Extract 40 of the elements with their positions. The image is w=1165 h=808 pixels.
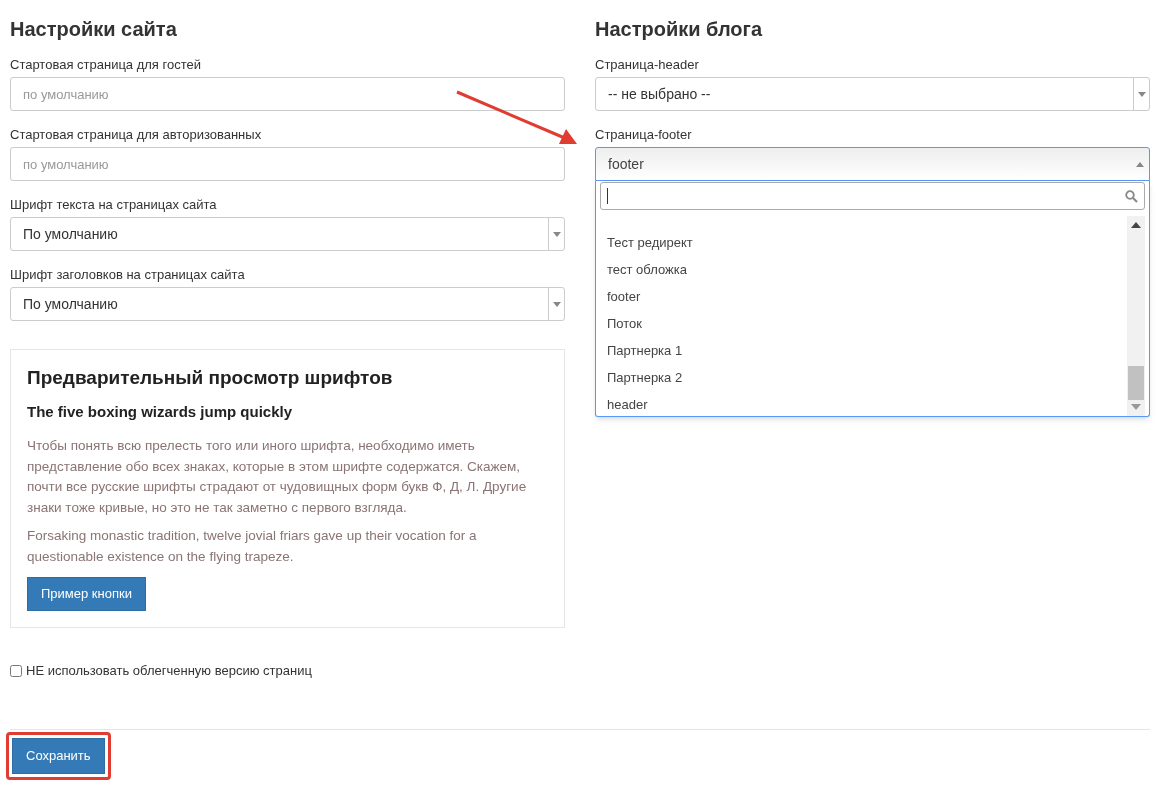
sample-paragraph: Чтобы понять всю прелесть того или иного шрифта, необходимо иметь представление обо всех знаках, которые в этом шрифте содержатся. Скажем, почти все русские шрифты страдают от чудовищных форм букв Ф, Д, Л. Другие знаки тоже кривые, но это не так заметно с первого взгляда.	[27, 437, 528, 517]
select-field[interactable]: footer	[595, 147, 1150, 181]
dropdown-option[interactable]: Тест редирект	[596, 229, 1127, 256]
dropdown-option[interactable]: Партнерка 1	[596, 337, 1127, 364]
text-input[interactable]: по умолчанию	[10, 77, 565, 111]
search-field[interactable]	[600, 182, 1145, 210]
dropdown-option[interactable]: Партнерка 2	[596, 364, 1127, 391]
field-label: Шрифт текста на страницах сайта	[10, 196, 218, 213]
caret-icon	[1137, 91, 1146, 97]
checkbox[interactable]	[10, 664, 22, 677]
sample-button[interactable]: Пример кнопки	[27, 577, 146, 611]
field-label: Стартовая страница для гостей	[10, 56, 202, 73]
caret-icon	[1136, 161, 1144, 167]
search-icon	[1125, 189, 1138, 203]
field-label: Шрифт заголовков на страницах сайта	[10, 266, 246, 283]
dropdown-option[interactable]: тест обложка	[596, 256, 1127, 283]
text-cursor	[607, 188, 608, 204]
section-title: Настройки сайта	[10, 17, 178, 42]
caret-icon	[552, 231, 561, 237]
preview-title: Предварительный просмотр шрифтов	[27, 366, 394, 390]
scrollbar-thumb[interactable]	[1128, 366, 1144, 400]
caret-icon	[552, 301, 561, 307]
sample-heading: The five boxing wizards jump quickly	[27, 402, 294, 422]
field-label: Стартовая страница для авторизованных	[10, 126, 263, 143]
select-field[interactable]: По умолчанию	[10, 217, 565, 251]
text-input[interactable]: по умолчанию	[10, 147, 565, 181]
checkbox-label: НЕ использовать облегченную версию страниц	[26, 662, 312, 680]
section-title: Настройки блога	[595, 17, 764, 42]
dropdown-option[interactable]: header	[596, 391, 1127, 418]
field-label: Страница-header	[595, 56, 700, 73]
sample-paragraph: Forsaking monastic tradition, twelve jovial friars gave up their vocation for a questionable existence on the flying trapeze.	[27, 527, 478, 566]
dropdown-option[interactable]: footer	[596, 283, 1127, 310]
select-field[interactable]: -- не выбрано --	[595, 77, 1150, 111]
scroll-up-icon[interactable]	[1131, 222, 1141, 228]
field-label: Страница-footer	[595, 126, 693, 143]
scrollbar[interactable]	[1127, 216, 1145, 416]
save-button[interactable]: Сохранить	[12, 737, 105, 774]
dropdown-option[interactable]: Поток	[596, 310, 1127, 337]
select-field[interactable]: По умолчанию	[10, 287, 565, 321]
scroll-down-icon[interactable]	[1131, 404, 1141, 410]
